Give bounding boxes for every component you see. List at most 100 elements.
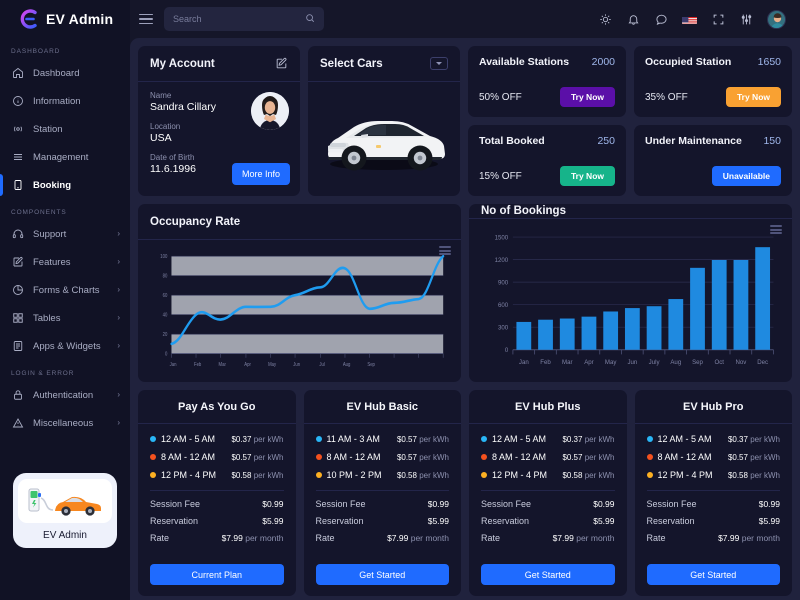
try-now-button[interactable]: Try Now bbox=[559, 166, 615, 186]
fullscreen-icon[interactable] bbox=[711, 12, 725, 26]
plan-cta-button[interactable]: Get Started bbox=[646, 564, 780, 585]
tier-row: 8 AM - 12 AM $0.57 per kWh bbox=[481, 452, 615, 462]
tier-price: $0.57 bbox=[727, 452, 748, 462]
fee-label: Reservation bbox=[315, 516, 364, 526]
fee-row: Reservation $5.99 bbox=[481, 516, 615, 526]
tier-unit: per kWh bbox=[584, 470, 615, 480]
svg-text:Aug: Aug bbox=[343, 361, 351, 368]
pricing-header: EV Hub Pro bbox=[634, 390, 792, 424]
chart-menu-icon[interactable] bbox=[770, 225, 782, 235]
avatar[interactable] bbox=[767, 9, 786, 29]
unavailable-button[interactable]: Unavailable bbox=[711, 166, 781, 186]
topbar bbox=[130, 0, 800, 38]
more-info-button[interactable]: More Info bbox=[231, 163, 290, 185]
sidebar-item-features[interactable]: Features › bbox=[0, 248, 130, 276]
tier-price: $0.37 bbox=[231, 434, 252, 444]
svg-text:0: 0 bbox=[165, 351, 168, 358]
sidebar-item-apps-widgets[interactable]: Apps & Widgets › bbox=[0, 332, 130, 360]
search-icon[interactable] bbox=[305, 10, 315, 28]
flag-us-icon[interactable] bbox=[682, 14, 697, 24]
stats-row-1: Available Stations 2000 50% OFF Try Now … bbox=[468, 46, 792, 117]
chart-menu-icon[interactable] bbox=[439, 246, 451, 255]
brand-name: EV Admin bbox=[46, 11, 114, 27]
warning-icon bbox=[11, 417, 24, 430]
plan-cta-button[interactable]: Current Plan bbox=[150, 564, 284, 585]
stat-card-available-stations: Available Stations 2000 50% OFF Try Now bbox=[468, 46, 626, 117]
stat-value: 1650 bbox=[757, 56, 781, 68]
fee-value: $7.99 bbox=[387, 533, 409, 543]
svg-text:Jun: Jun bbox=[293, 361, 300, 368]
svg-text:Mar: Mar bbox=[219, 361, 227, 368]
fee-label: Rate bbox=[646, 533, 666, 543]
pricing-card-pay-as-you-go: Pay As You Go 12 AM - 5 AM $0.37 per kWh… bbox=[138, 390, 296, 596]
sidebar-item-authentication[interactable]: Authentication › bbox=[0, 381, 130, 409]
plan-cta-button[interactable]: Get Started bbox=[315, 564, 449, 585]
card-title: Select Cars bbox=[320, 57, 383, 70]
svg-text:80: 80 bbox=[163, 273, 168, 280]
tier-dot-icon bbox=[646, 436, 653, 442]
svg-text:1200: 1200 bbox=[495, 257, 509, 264]
search-input[interactable] bbox=[173, 14, 293, 24]
sidebar-item-information[interactable]: Information bbox=[0, 87, 130, 115]
fee-label: Reservation bbox=[150, 516, 199, 526]
sidebar-item-label: Forms & Charts bbox=[33, 284, 100, 296]
sidebar-item-forms-charts[interactable]: Forms & Charts › bbox=[0, 276, 130, 304]
svg-text:100: 100 bbox=[160, 254, 167, 261]
try-now-button[interactable]: Try Now bbox=[559, 87, 615, 107]
plan-cta-button[interactable]: Get Started bbox=[481, 564, 615, 585]
sidebar-item-support[interactable]: Support › bbox=[0, 220, 130, 248]
tier-row: 12 AM - 5 AM $0.37 per kWh bbox=[150, 434, 284, 444]
sidebar-item-tables[interactable]: Tables › bbox=[0, 304, 130, 332]
svg-text:Sep: Sep bbox=[692, 359, 703, 366]
svg-text:Jan: Jan bbox=[519, 359, 529, 366]
top-cards-row: My Account Name Sandra Cillary Location … bbox=[138, 46, 792, 196]
svg-text:0: 0 bbox=[505, 347, 509, 354]
brand-logo[interactable]: EV Admin bbox=[0, 0, 130, 38]
sidebar-promo-card[interactable]: EV Admin bbox=[13, 473, 117, 548]
fee-row: Rate $7.99 per month bbox=[316, 533, 450, 543]
select-cars-card: Select Cars bbox=[308, 46, 460, 196]
sidebar-item-label: Miscellaneous bbox=[33, 417, 94, 429]
sidebar-item-management[interactable]: Management bbox=[0, 143, 130, 171]
main-area: My Account bbox=[130, 0, 800, 600]
try-now-button[interactable]: Try Now bbox=[725, 87, 781, 107]
chevron-right-icon: › bbox=[117, 341, 120, 350]
list-icon bbox=[11, 151, 24, 164]
brightness-icon[interactable] bbox=[598, 12, 612, 26]
tier-unit: per kWh bbox=[750, 470, 780, 480]
sidebar-item-booking[interactable]: Booking bbox=[0, 171, 130, 199]
station-icon bbox=[11, 123, 24, 136]
chevron-down-icon[interactable] bbox=[430, 57, 448, 70]
settings-sliders-icon[interactable] bbox=[739, 12, 753, 26]
fee-label: Rate bbox=[150, 533, 170, 543]
stat-offer: 35% OFF bbox=[645, 91, 688, 103]
sidebar-item-dashboard[interactable]: Dashboard bbox=[0, 59, 130, 87]
tier-time: 12 AM - 5 AM bbox=[492, 434, 547, 444]
chart-title: Occupancy Rate bbox=[150, 215, 241, 228]
no-of-bookings-chart-card: No of Bookings 1500 1200 900 600 300 0 J… bbox=[469, 204, 792, 382]
stat-value: 2000 bbox=[591, 56, 615, 68]
svg-text:900: 900 bbox=[498, 280, 509, 287]
stat-title: Available Stations bbox=[479, 56, 570, 68]
chevron-right-icon: › bbox=[117, 313, 120, 322]
fee-value: $0.99 bbox=[427, 499, 449, 509]
svg-text:Aug: Aug bbox=[670, 359, 681, 366]
sidebar-item-miscellaneous[interactable]: Miscellaneous › bbox=[0, 409, 130, 437]
no-of-bookings-plot: 1500 1200 900 600 300 0 Jan Feb Mar Apr … bbox=[495, 235, 774, 366]
chat-icon[interactable] bbox=[654, 12, 668, 26]
menu-toggle-button[interactable] bbox=[136, 9, 156, 29]
plan-title: EV Hub Basic bbox=[346, 400, 419, 413]
edit-icon[interactable] bbox=[275, 57, 288, 70]
tier-unit: per kWh bbox=[419, 470, 449, 480]
fee-value: $5.99 bbox=[427, 516, 449, 526]
tier-row: 12 PM - 4 PM $0.58 per kWh bbox=[481, 470, 615, 480]
fee-value: $5.99 bbox=[758, 516, 780, 526]
search-box[interactable] bbox=[164, 7, 324, 31]
bell-icon[interactable] bbox=[626, 12, 640, 26]
tier-time: 12 AM - 5 AM bbox=[161, 434, 216, 444]
sidebar-item-station[interactable]: Station bbox=[0, 115, 130, 143]
topbar-actions bbox=[598, 9, 790, 29]
tier-unit: per kWh bbox=[584, 434, 615, 444]
stat-title: Under Maintenance bbox=[645, 135, 742, 147]
my-account-header: My Account bbox=[138, 46, 300, 82]
